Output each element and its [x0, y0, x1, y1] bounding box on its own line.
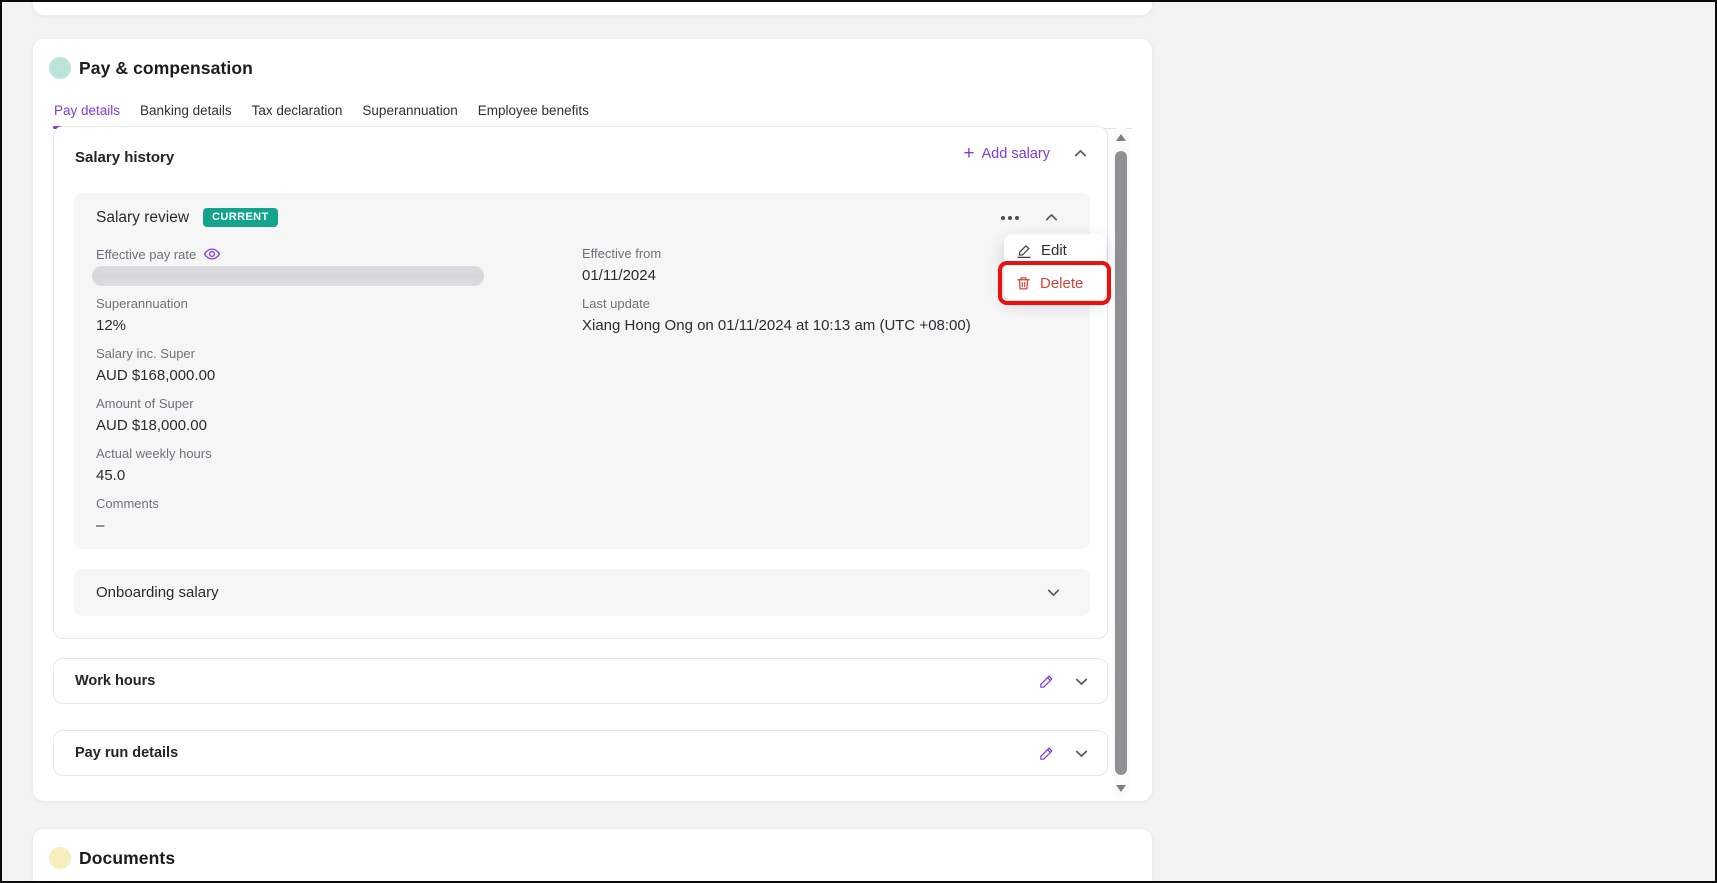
chevron-up-icon	[1043, 209, 1060, 226]
field-label: Superannuation	[96, 295, 566, 312]
chevron-up-icon	[1072, 145, 1089, 162]
field-label: Actual weekly hours	[96, 445, 566, 462]
field-last-update: Last update Xiang Hong Ong on 01/11/2024…	[582, 295, 1062, 336]
section-header: Pay & compensation	[49, 57, 253, 79]
tab-bar: Pay details Banking details Tax declarat…	[53, 97, 1132, 129]
documents-header: Documents	[49, 847, 175, 869]
onboarding-salary-label: Onboarding salary	[96, 584, 219, 601]
salary-review-collapse-button[interactable]	[1043, 209, 1060, 226]
field-value: AUD $18,000.00	[96, 415, 566, 436]
scrollbar	[1113, 127, 1129, 799]
field-label: Comments	[96, 495, 566, 512]
pay-section-icon	[49, 57, 71, 79]
tab-pay-details[interactable]: Pay details	[53, 97, 121, 128]
salary-review-controls	[999, 209, 1060, 226]
field-actual-weekly-hours: Actual weekly hours 45.0	[96, 445, 566, 486]
salary-review-card: Salary review CURRENT Effective pay rate	[74, 193, 1090, 549]
salary-review-header: Salary review CURRENT	[96, 208, 278, 227]
previous-card-bottom-edge	[32, 0, 1153, 16]
documents-title: Documents	[79, 848, 175, 869]
current-status-badge: CURRENT	[203, 208, 278, 227]
tab-banking-details[interactable]: Banking details	[139, 97, 233, 128]
field-label: Effective from	[582, 245, 1062, 262]
field-value: AUD $168,000.00	[96, 365, 566, 386]
context-menu: Edit Delete	[1004, 234, 1106, 300]
field-effective-pay-rate: Effective pay rate	[96, 245, 566, 286]
salary-history-collapse-button[interactable]	[1072, 145, 1089, 162]
chevron-down-icon	[1073, 673, 1090, 690]
page-background: Pay & compensation Pay details Banking d…	[0, 0, 1717, 883]
edit-label: Edit	[1041, 242, 1067, 259]
salary-history-title: Salary history	[75, 149, 174, 166]
work-hours-expand-button[interactable]	[1073, 673, 1090, 690]
field-value: –	[96, 515, 566, 536]
tab-employee-benefits[interactable]: Employee benefits	[477, 97, 590, 128]
field-superannuation: Superannuation 12%	[96, 295, 566, 336]
page-title: Pay & compensation	[79, 58, 253, 79]
field-label: Effective pay rate	[96, 246, 196, 263]
salary-history-panel: Salary history + Add salary Salary revie…	[53, 126, 1108, 639]
chevron-down-icon	[1073, 745, 1090, 762]
plus-icon: +	[963, 146, 974, 162]
field-label: Amount of Super	[96, 395, 566, 412]
documents-card: Documents	[32, 828, 1153, 883]
field-value: 12%	[96, 315, 566, 336]
fields-column-right: Effective from 01/11/2024 Last update Xi…	[582, 245, 1062, 345]
documents-section-icon	[49, 847, 71, 869]
pay-run-details-card: Pay run details	[53, 730, 1108, 776]
salary-review-title: Salary review	[96, 209, 189, 227]
scroll-up-icon[interactable]	[1116, 134, 1126, 141]
field-label: Salary inc. Super	[96, 345, 566, 362]
work-hours-edit-button[interactable]	[1038, 673, 1055, 690]
edit-icon	[1016, 243, 1032, 259]
pay-run-expand-button[interactable]	[1073, 745, 1090, 762]
fields-column-left: Effective pay rate Superannuation 12% Sa…	[96, 245, 566, 545]
pay-compensation-card: Pay & compensation Pay details Banking d…	[32, 38, 1153, 802]
scroll-down-icon[interactable]	[1116, 785, 1126, 792]
ellipsis-icon	[1001, 216, 1005, 220]
field-value: 45.0	[96, 465, 566, 486]
salary-history-actions: + Add salary	[963, 145, 1089, 162]
pay-run-edit-button[interactable]	[1038, 745, 1055, 762]
delete-label: Delete	[1040, 275, 1083, 292]
chevron-down-icon	[1045, 584, 1062, 601]
scrollbar-thumb[interactable]	[1115, 151, 1127, 775]
masked-pay-rate-value	[92, 266, 484, 286]
field-value: 01/11/2024	[582, 265, 1062, 286]
onboarding-salary-row[interactable]: Onboarding salary	[74, 569, 1090, 616]
work-hours-card: Work hours	[53, 658, 1108, 704]
add-salary-button[interactable]: + Add salary	[963, 146, 1050, 162]
tab-superannuation[interactable]: Superannuation	[361, 97, 458, 128]
work-hours-title: Work hours	[75, 673, 155, 689]
eye-icon[interactable]	[203, 245, 221, 263]
menu-item-delete[interactable]: Delete	[1004, 267, 1106, 300]
trash-icon	[1016, 276, 1031, 291]
field-amount-of-super: Amount of Super AUD $18,000.00	[96, 395, 566, 436]
add-salary-label: Add salary	[981, 146, 1050, 162]
pencil-icon	[1038, 745, 1055, 762]
menu-item-edit[interactable]: Edit	[1004, 234, 1106, 267]
more-menu-button[interactable]	[999, 212, 1021, 224]
field-salary-inc-super: Salary inc. Super AUD $168,000.00	[96, 345, 566, 386]
field-comments: Comments –	[96, 495, 566, 536]
pencil-icon	[1038, 673, 1055, 690]
pay-run-details-title: Pay run details	[75, 745, 178, 761]
field-value: Xiang Hong Ong on 01/11/2024 at 10:13 am…	[582, 315, 1062, 336]
field-effective-from: Effective from 01/11/2024	[582, 245, 1062, 286]
field-label: Last update	[582, 295, 1062, 312]
tab-tax-declaration[interactable]: Tax declaration	[251, 97, 344, 128]
